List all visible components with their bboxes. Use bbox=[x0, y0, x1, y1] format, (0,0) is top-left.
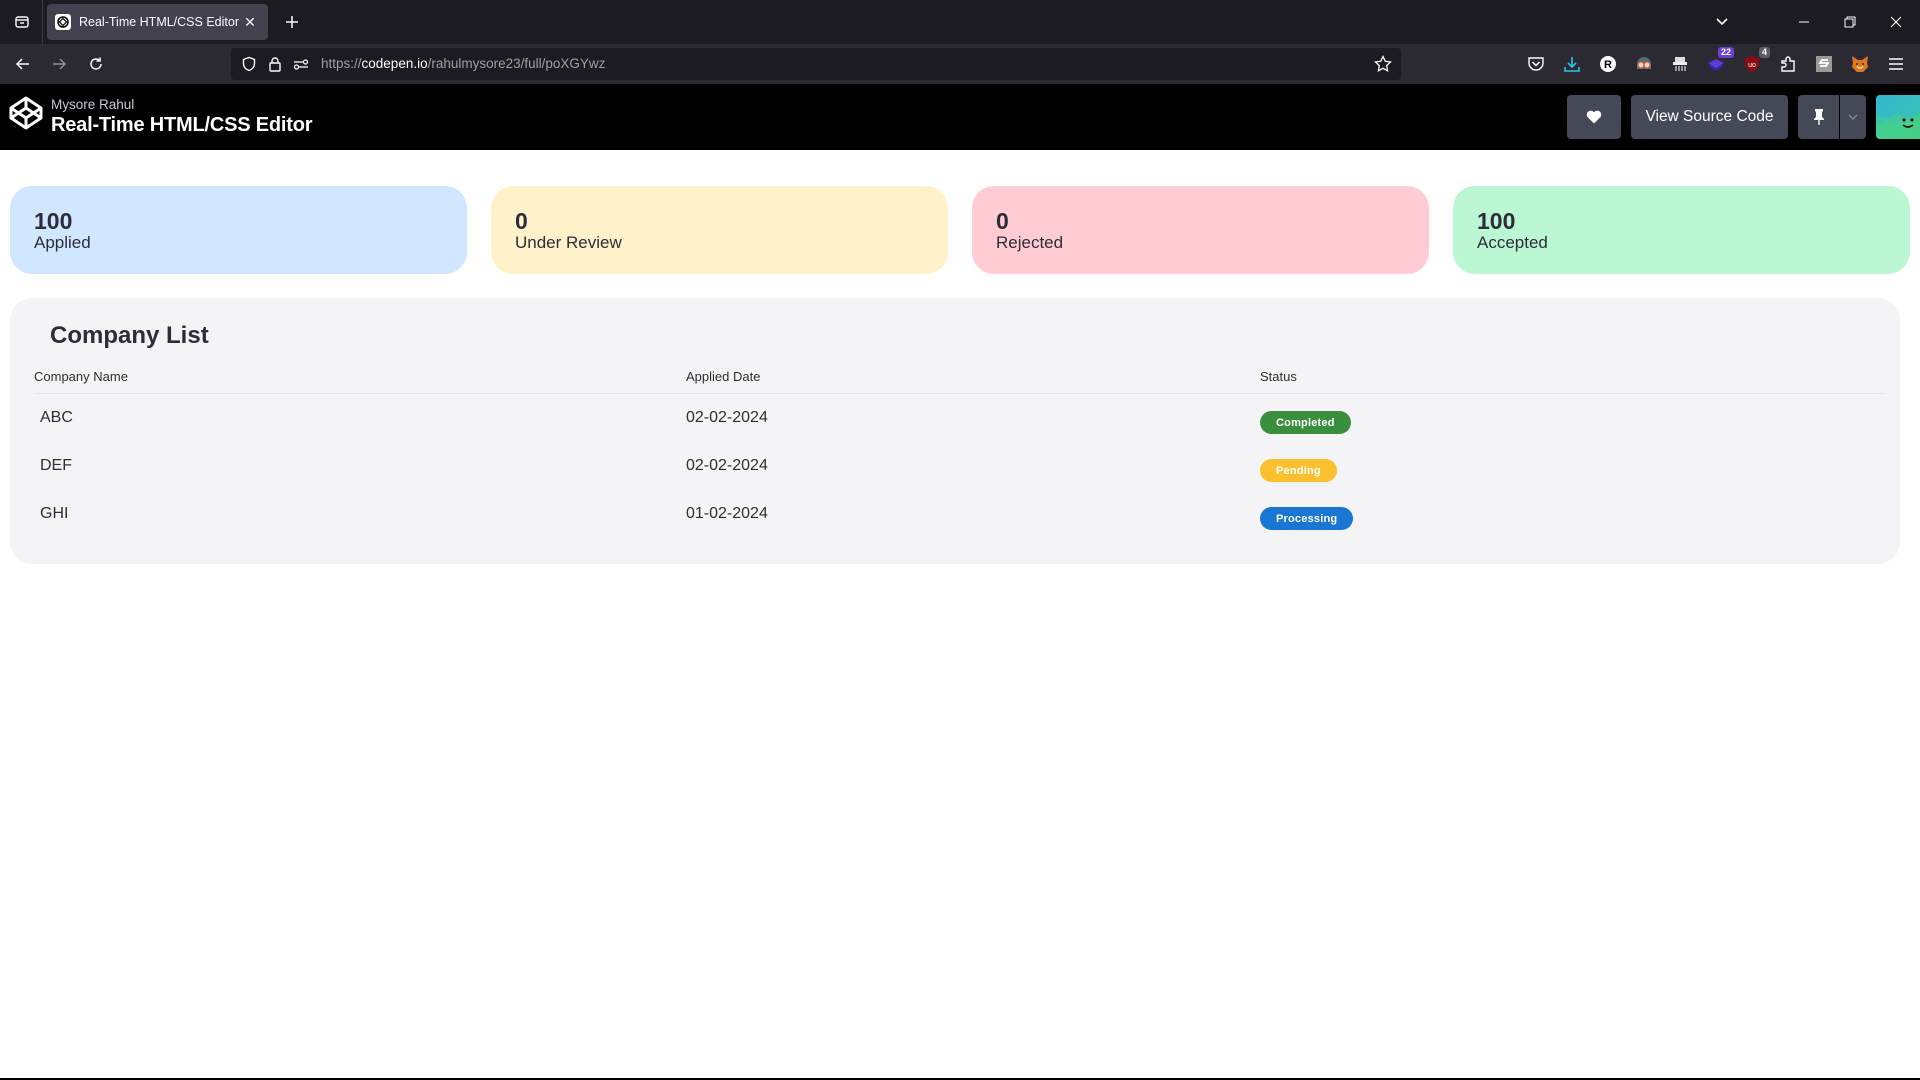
status-badge: Completed bbox=[1260, 411, 1351, 434]
close-window-button[interactable] bbox=[1874, 6, 1918, 38]
metamask-fox-icon[interactable] bbox=[1848, 52, 1872, 76]
ublock-badge: 4 bbox=[1758, 47, 1770, 58]
arrow-right-icon bbox=[53, 58, 67, 70]
minimize-button[interactable] bbox=[1782, 6, 1826, 38]
restore-button[interactable] bbox=[1828, 6, 1872, 38]
tracking-protection-shield-icon[interactable] bbox=[239, 54, 259, 74]
goggles-extension-icon[interactable] bbox=[1632, 52, 1656, 76]
pin-button[interactable] bbox=[1798, 95, 1839, 139]
arrow-left-icon bbox=[15, 58, 29, 70]
company-list-panel: Company List Company Name Applied Date S… bbox=[10, 298, 1900, 564]
close-icon bbox=[1890, 16, 1902, 28]
company-list-title: Company List bbox=[50, 322, 209, 349]
pin-dropdown-button[interactable] bbox=[1840, 95, 1866, 139]
stat-value: 0 bbox=[515, 208, 528, 234]
column-header-status: Status bbox=[1260, 369, 1297, 384]
firefox-view-button[interactable] bbox=[8, 8, 36, 36]
stat-value: 100 bbox=[34, 208, 73, 234]
heart-icon bbox=[1586, 110, 1602, 124]
company-name: DEF bbox=[40, 457, 72, 474]
pin-icon bbox=[1813, 109, 1824, 125]
tab-close-icon[interactable]: ✕ bbox=[240, 14, 260, 31]
plus-icon bbox=[286, 16, 298, 28]
tab-separator bbox=[42, 0, 43, 44]
svg-text:uo: uo bbox=[1748, 62, 1756, 69]
hamburger-menu-icon bbox=[1889, 58, 1903, 70]
company-name: GHI bbox=[40, 505, 69, 522]
stat-card-applied: 100 Applied bbox=[10, 186, 467, 274]
stat-value: 100 bbox=[1477, 208, 1516, 234]
stat-card-under-review: 0 Under Review bbox=[491, 186, 948, 274]
list-all-tabs-button[interactable] bbox=[1708, 10, 1736, 34]
reload-button[interactable] bbox=[82, 50, 110, 78]
codepen-logo-icon[interactable] bbox=[8, 95, 44, 131]
permissions-icon[interactable] bbox=[291, 54, 311, 74]
company-name: ABC bbox=[40, 409, 73, 426]
chevron-down-icon bbox=[1848, 114, 1858, 120]
table-row: DEF 02-02-2024 Pending bbox=[34, 443, 1886, 491]
url-scheme: https:// bbox=[321, 56, 362, 71]
restore-icon bbox=[1844, 16, 1856, 28]
stat-label: Accepted bbox=[1477, 233, 1548, 252]
back-button[interactable] bbox=[9, 50, 37, 78]
bookmark-star-icon[interactable] bbox=[1373, 54, 1393, 74]
chevron-down-icon bbox=[1716, 18, 1728, 26]
stack-extension-icon[interactable]: 22 bbox=[1704, 47, 1734, 76]
stat-value: 0 bbox=[996, 208, 1009, 234]
applied-date: 02-02-2024 bbox=[686, 457, 768, 474]
stat-label: Rejected bbox=[996, 233, 1064, 252]
shredder-extension-icon[interactable] bbox=[1668, 52, 1692, 76]
r-extension-icon[interactable]: R bbox=[1596, 52, 1620, 76]
download-icon[interactable] bbox=[1560, 52, 1584, 76]
s-extension-icon[interactable] bbox=[1812, 52, 1836, 76]
browser-tab-bar: Real-Time HTML/CSS Editor ✕ bbox=[0, 0, 1920, 44]
tab-active[interactable]: Real-Time HTML/CSS Editor ✕ bbox=[47, 4, 268, 40]
codepen-header: Mysore Rahul Real-Time HTML/CSS Editor V… bbox=[0, 84, 1920, 150]
applied-date: 01-02-2024 bbox=[686, 505, 768, 522]
table-row: ABC 02-02-2024 Completed bbox=[34, 395, 1886, 443]
column-header-company: Company Name bbox=[34, 369, 128, 384]
applied-date: 02-02-2024 bbox=[686, 409, 768, 426]
svg-text:R: R bbox=[1604, 59, 1612, 71]
url-host: codepen.io bbox=[361, 56, 428, 71]
status-badge: Processing bbox=[1260, 507, 1354, 530]
ublock-icon[interactable]: uo 4 bbox=[1740, 47, 1770, 76]
pen-author[interactable]: Mysore Rahul bbox=[51, 97, 134, 112]
pocket-icon[interactable] bbox=[1524, 52, 1548, 76]
url-text[interactable]: https://codepen.io/rahulmysore23/full/po… bbox=[321, 56, 605, 71]
status-badge: Pending bbox=[1260, 459, 1337, 482]
url-path: /rahulmysore23/full/poXGYwz bbox=[427, 56, 606, 71]
app-menu-button[interactable] bbox=[1884, 52, 1908, 76]
stat-card-accepted: 100 Accepted bbox=[1453, 186, 1910, 274]
stat-label: Applied bbox=[34, 233, 91, 252]
tab-title: Real-Time HTML/CSS Editor bbox=[79, 15, 239, 29]
page-content: 100 Applied 0 Under Review 0 Rejected 10… bbox=[0, 150, 1920, 1078]
view-source-code-button[interactable]: View Source Code bbox=[1631, 95, 1788, 139]
codepen-favicon-icon bbox=[55, 14, 71, 30]
browser-nav-bar: https://codepen.io/rahulmysore23/full/po… bbox=[0, 44, 1920, 84]
forward-button[interactable] bbox=[45, 50, 73, 78]
extensions-puzzle-icon[interactable] bbox=[1776, 52, 1800, 76]
minimize-icon bbox=[1799, 21, 1809, 23]
reload-icon bbox=[90, 57, 102, 70]
stat-label: Under Review bbox=[515, 233, 622, 252]
firefox-view-icon bbox=[15, 16, 29, 28]
stat-card-rejected: 0 Rejected bbox=[972, 186, 1429, 274]
table-header: Company Name Applied Date Status bbox=[34, 360, 1886, 394]
url-bar[interactable]: https://codepen.io/rahulmysore23/full/po… bbox=[231, 48, 1401, 80]
new-tab-button[interactable] bbox=[278, 8, 306, 36]
table-row: GHI 01-02-2024 Processing bbox=[34, 491, 1886, 539]
love-button[interactable] bbox=[1567, 95, 1621, 139]
pen-title: Real-Time HTML/CSS Editor bbox=[51, 114, 313, 136]
user-avatar[interactable] bbox=[1876, 95, 1920, 139]
stack-extension-badge: 22 bbox=[1717, 47, 1734, 58]
lock-icon[interactable] bbox=[265, 54, 285, 74]
column-header-date: Applied Date bbox=[686, 369, 761, 384]
